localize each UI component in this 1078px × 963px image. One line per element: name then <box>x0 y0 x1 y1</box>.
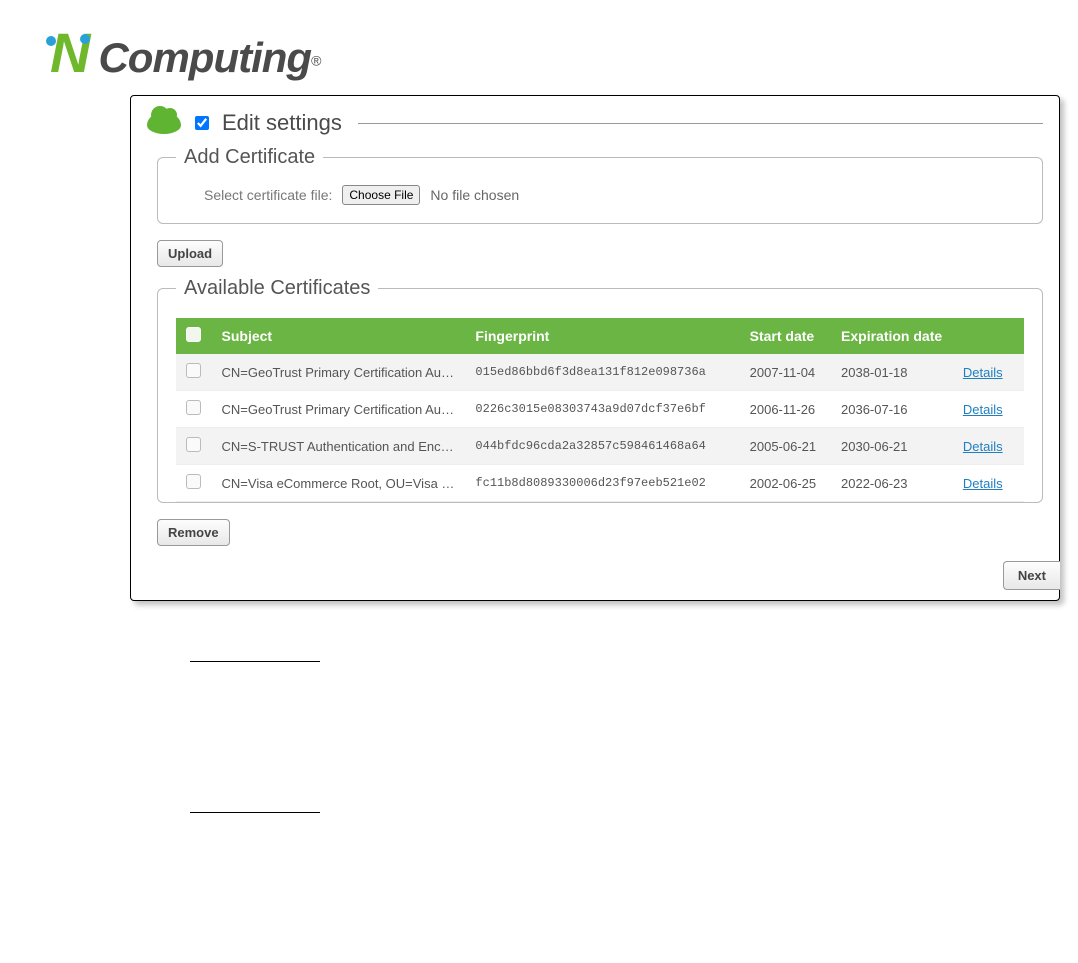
cell-exp: 2038-01-18 <box>831 354 953 391</box>
logo-dot-left-icon <box>46 36 56 46</box>
edit-settings-header: Edit settings <box>147 110 1043 136</box>
cell-fingerprint: 044bfdc96cda2a32857c598461468a64 <box>465 428 739 465</box>
cell-exp: 2022-06-23 <box>831 465 953 502</box>
cell-start: 2002-06-25 <box>740 465 831 502</box>
cell-subject: CN=S-TRUST Authentication and Encryp... <box>212 428 466 465</box>
row-checkbox[interactable] <box>186 400 201 415</box>
cell-exp: 2030-06-21 <box>831 428 953 465</box>
cloud-icon <box>147 112 181 134</box>
select-file-label: Select certificate file: <box>204 187 332 203</box>
edit-settings-checkbox[interactable] <box>195 116 209 130</box>
cell-exp: 2036-07-16 <box>831 391 953 428</box>
col-start: Start date <box>740 318 831 354</box>
cell-subject: CN=GeoTrust Primary Certification Auth..… <box>212 391 466 428</box>
decorative-underlines <box>190 661 1078 813</box>
upload-button[interactable]: Upload <box>157 240 223 267</box>
cell-fingerprint: fc11b8d8089330006d23f97eeb521e02 <box>465 465 739 502</box>
edit-settings-title: Edit settings <box>222 110 342 136</box>
col-subject: Subject <box>212 318 466 354</box>
available-certificates-section: Available Certificates Subject Fingerpri… <box>157 277 1043 503</box>
cell-start: 2006-11-26 <box>740 391 831 428</box>
row-checkbox[interactable] <box>186 363 201 378</box>
logo: NComputing® <box>40 20 1078 85</box>
table-row: CN=S-TRUST Authentication and Encryp... … <box>176 428 1024 465</box>
add-certificate-legend: Add Certificate <box>176 146 323 169</box>
cell-fingerprint: 015ed86bbd6f3d8ea131f812e098736a <box>465 354 739 391</box>
no-file-chosen-text: No file chosen <box>430 187 519 203</box>
col-expiration: Expiration date <box>831 318 953 354</box>
settings-panel: Edit settings Add Certificate Select cer… <box>130 95 1060 601</box>
certificates-table: Subject Fingerprint Start date Expiratio… <box>176 318 1024 502</box>
underline-icon <box>190 661 320 662</box>
next-button[interactable]: Next <box>1003 561 1060 590</box>
choose-file-button[interactable]: Choose File <box>342 185 420 205</box>
row-checkbox[interactable] <box>186 474 201 489</box>
details-link[interactable]: Details <box>963 439 1003 454</box>
divider-line <box>358 123 1043 124</box>
details-link[interactable]: Details <box>963 476 1003 491</box>
cell-start: 2005-06-21 <box>740 428 831 465</box>
cell-start: 2007-11-04 <box>740 354 831 391</box>
col-fingerprint: Fingerprint <box>465 318 739 354</box>
add-certificate-section: Add Certificate Select certificate file:… <box>157 146 1043 224</box>
available-certificates-legend: Available Certificates <box>176 277 378 300</box>
row-checkbox[interactable] <box>186 437 201 452</box>
table-row: CN=GeoTrust Primary Certification Auth..… <box>176 354 1024 391</box>
cell-subject: CN=GeoTrust Primary Certification Auth..… <box>212 354 466 391</box>
details-link[interactable]: Details <box>963 365 1003 380</box>
remove-button[interactable]: Remove <box>157 519 230 546</box>
logo-n: N <box>50 21 88 84</box>
logo-rest: Computing <box>98 34 311 81</box>
underline-icon <box>190 812 320 813</box>
cell-fingerprint: 0226c3015e08303743a9d07dcf37e6bf <box>465 391 739 428</box>
logo-dot-right-icon <box>80 34 90 44</box>
logo-reg: ® <box>311 53 321 69</box>
details-link[interactable]: Details <box>963 402 1003 417</box>
select-all-checkbox[interactable] <box>186 327 201 342</box>
cell-subject: CN=Visa eCommerce Root, OU=Visa Int... <box>212 465 466 502</box>
table-row: CN=GeoTrust Primary Certification Auth..… <box>176 391 1024 428</box>
table-row: CN=Visa eCommerce Root, OU=Visa Int... f… <box>176 465 1024 502</box>
